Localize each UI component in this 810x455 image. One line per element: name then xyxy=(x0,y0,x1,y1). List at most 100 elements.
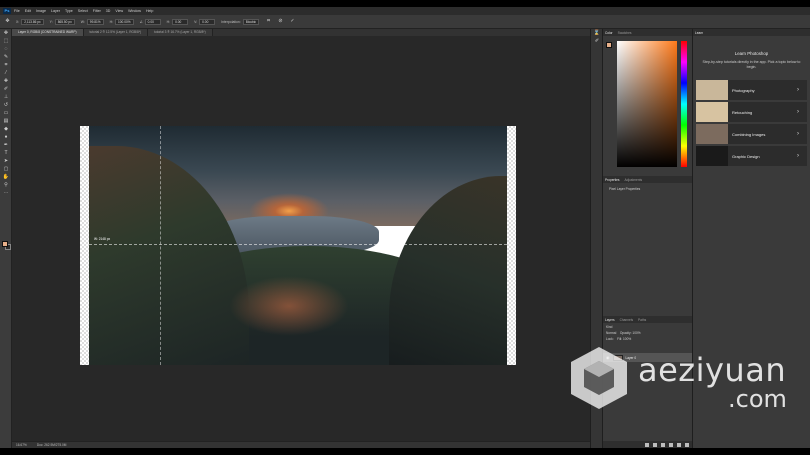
history-panel-icon[interactable]: ⌛ xyxy=(593,30,601,37)
cancel-icon[interactable]: ⊘ xyxy=(277,18,284,25)
blur-icon[interactable]: ◆ xyxy=(2,126,10,133)
hand-icon[interactable]: ✋ xyxy=(2,174,10,181)
pen-icon[interactable]: ✒ xyxy=(2,142,10,149)
ps-logo: Ps xyxy=(3,8,11,14)
learn-card-label: Combining Images xyxy=(732,131,766,137)
tab-document-3[interactable]: tutorial 3 ® 16.7% (Layer 1, RGB/8*) xyxy=(148,29,213,36)
h-field: H: 100.00% xyxy=(109,18,134,25)
tab-properties[interactable]: Properties xyxy=(605,178,620,182)
menu-filter[interactable]: Filter xyxy=(93,9,101,13)
menu-bar: Ps File Edit Image Layer Type Select Fil… xyxy=(0,7,810,15)
menu-3d[interactable]: 3D xyxy=(106,9,111,13)
warp-icon[interactable]: ⌗ xyxy=(265,18,272,25)
tab-learn[interactable]: Learn xyxy=(695,31,703,35)
tab-adjustments[interactable]: Adjustments xyxy=(625,178,643,182)
doc-size: Doc: 262.9M/275.0M xyxy=(36,443,67,447)
learn-card-photography[interactable]: Photography › xyxy=(696,80,807,100)
menu-file[interactable]: File xyxy=(14,9,20,13)
menu-edit[interactable]: Edit xyxy=(25,9,31,13)
menu-layer[interactable]: Layer xyxy=(51,9,60,13)
healing-icon[interactable]: ✚ xyxy=(2,78,10,85)
hskew-input[interactable]: 0.00 xyxy=(172,18,189,25)
fill-value[interactable]: 100% xyxy=(623,337,631,341)
panorama-photo[interactable] xyxy=(89,126,507,365)
foreground-color-swatch[interactable] xyxy=(2,241,8,247)
type-icon[interactable]: T xyxy=(2,150,10,157)
warp-guide-horizontal[interactable] xyxy=(89,244,507,245)
tab-color[interactable]: Color xyxy=(605,31,613,35)
add-style-icon[interactable] xyxy=(653,442,657,447)
learn-card-graphic-design[interactable]: Graphic Design › xyxy=(696,146,807,166)
commit-check-icon[interactable]: ✓ xyxy=(289,18,296,25)
chevron-right-icon: › xyxy=(797,153,799,159)
vskew-label: V: xyxy=(194,19,198,24)
crop-icon[interactable]: ⌗ xyxy=(2,62,10,69)
path-select-icon[interactable]: ➤ xyxy=(2,158,10,165)
move-icon[interactable]: ✥ xyxy=(2,30,10,37)
watermark: aeziyuan .com xyxy=(568,345,808,415)
w-input[interactable]: 99.81% xyxy=(86,18,104,25)
delete-layer-icon[interactable] xyxy=(685,442,689,447)
status-bar: 16.67% Doc: 262.9M/275.0M xyxy=(12,441,590,448)
zoom-icon[interactable]: ⚲ xyxy=(2,182,10,189)
quick-select-icon[interactable]: ✎ xyxy=(2,54,10,61)
tab-document-1[interactable]: Layer 0, RGB/8 (CONSTRAINED WARP) xyxy=(12,29,84,36)
new-group-icon[interactable] xyxy=(669,442,673,447)
angle-input[interactable]: 0.00 xyxy=(144,18,161,25)
link-layers-icon[interactable] xyxy=(645,442,649,447)
vskew-input[interactable]: 0.00 xyxy=(199,18,216,25)
y-input[interactable]: 865.50 px xyxy=(54,18,75,25)
menu-select[interactable]: Select xyxy=(78,9,88,13)
light-trail xyxy=(229,276,349,336)
tab-layers[interactable]: Layers xyxy=(605,318,615,322)
learn-card-combining-images[interactable]: Combining Images › xyxy=(696,124,807,144)
lock-label: Lock: xyxy=(606,337,614,341)
watermark-logo-icon xyxy=(571,347,627,409)
measure-tooltip: W: 2148 px xyxy=(94,237,111,241)
eyedropper-icon[interactable]: ⁄ xyxy=(2,70,10,77)
learn-description: Step-by-step tutorials directly in the a… xyxy=(702,60,801,69)
history-brush-icon[interactable]: ↺ xyxy=(2,102,10,109)
tab-channels[interactable]: Channels xyxy=(620,318,633,322)
tab-swatches[interactable]: Swatches xyxy=(618,31,632,35)
menu-type[interactable]: Type xyxy=(65,9,73,13)
tab-paths[interactable]: Paths xyxy=(638,318,646,322)
marquee-icon[interactable]: ⬚ xyxy=(2,38,10,45)
more-tools-icon[interactable]: ⋯ xyxy=(2,190,10,197)
chevron-right-icon: › xyxy=(797,131,799,137)
brush-panel-icon[interactable]: ✐ xyxy=(593,38,601,45)
zoom-level[interactable]: 16.67% xyxy=(16,443,27,447)
x-input[interactable]: 2,113.86 px xyxy=(21,18,44,25)
learn-card-retouching[interactable]: Retouching › xyxy=(696,102,807,122)
canvas-workspace[interactable]: W: 2148 px xyxy=(12,36,590,441)
warp-guide-vertical[interactable] xyxy=(160,126,161,365)
h-input[interactable]: 100.00% xyxy=(115,18,134,25)
hue-slider[interactable] xyxy=(681,41,687,167)
new-layer-icon[interactable] xyxy=(677,442,681,447)
eraser-icon[interactable]: ▭ xyxy=(2,110,10,117)
h-label: H: xyxy=(109,19,114,24)
interpolation-field: Interpolation: Bicubic xyxy=(221,18,260,25)
menu-window[interactable]: Window xyxy=(128,9,141,13)
shape-icon[interactable]: ▢ xyxy=(2,166,10,173)
color-panel: Color Swatches xyxy=(603,29,693,174)
color-panel-foreground-swatch[interactable] xyxy=(606,42,612,48)
add-mask-icon[interactable] xyxy=(661,442,665,447)
color-picker-field[interactable] xyxy=(617,41,677,167)
hskew-field: H: 0.00 xyxy=(167,18,189,25)
lasso-icon[interactable]: ◌ xyxy=(2,46,10,53)
menu-view[interactable]: View xyxy=(115,9,123,13)
gradient-icon[interactable]: ▤ xyxy=(2,118,10,125)
dodge-icon[interactable]: ● xyxy=(2,134,10,141)
menu-image[interactable]: Image xyxy=(36,9,46,13)
tab-document-2[interactable]: tutorial 2 ® 12.5% (Layer 1, RGB/8*) xyxy=(83,29,149,36)
brush-icon[interactable]: ✐ xyxy=(2,86,10,93)
layers-footer xyxy=(603,441,693,448)
blend-mode-select[interactable]: Normal xyxy=(606,331,616,335)
stamp-icon[interactable]: ⊥ xyxy=(2,94,10,101)
interpolation-label: Interpolation: xyxy=(221,19,241,24)
menu-help[interactable]: Help xyxy=(146,9,153,13)
document-canvas[interactable]: W: 2148 px xyxy=(80,126,516,365)
interpolation-select[interactable]: Bicubic xyxy=(242,18,260,25)
opacity-value[interactable]: 100% xyxy=(632,331,640,335)
